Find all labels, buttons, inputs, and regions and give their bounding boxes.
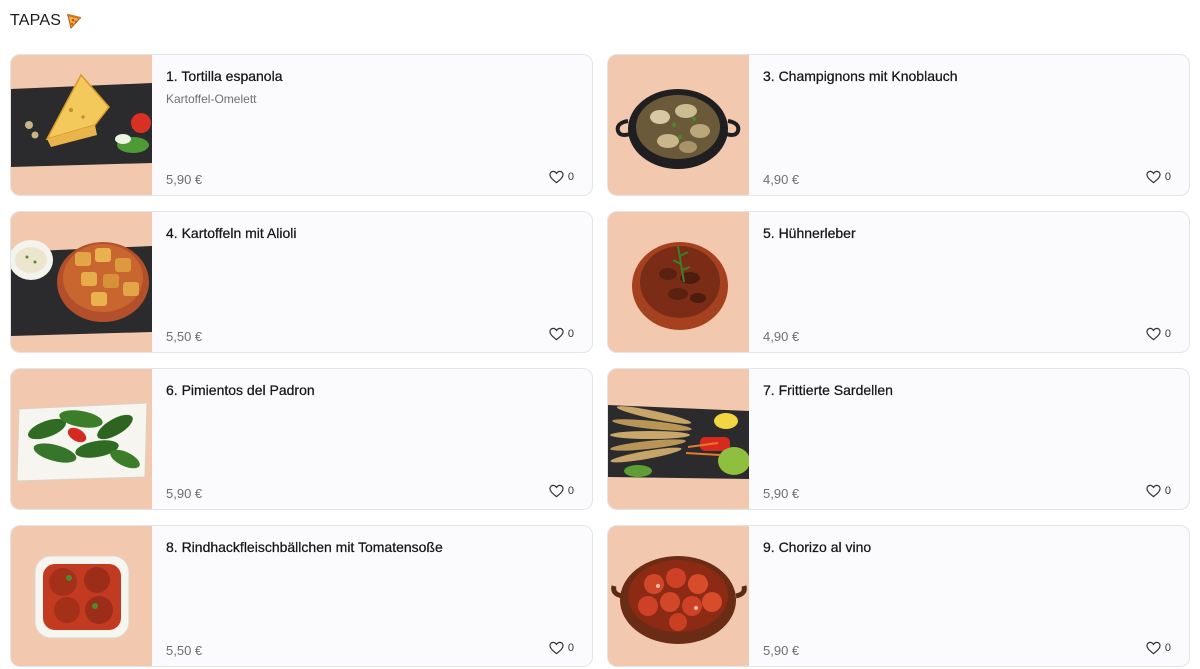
- item-title: 7. Frittierte Sardellen: [763, 382, 893, 398]
- heart-icon: [1146, 641, 1161, 655]
- like-count: 0: [1164, 328, 1171, 340]
- like-button[interactable]: 0: [549, 641, 574, 655]
- item-title: 4. Kartoffeln mit Alioli: [166, 225, 297, 241]
- item-title: 3. Champignons mit Knoblauch: [763, 68, 958, 84]
- item-price: 5,90 €: [763, 643, 800, 658]
- item-price: 5,50 €: [166, 643, 203, 658]
- item-title: 8. Rindhackfleischbällchen mit Tomatenso…: [166, 539, 443, 555]
- item-price: 5,90 €: [166, 172, 203, 187]
- menu-grid: 1. Tortilla espanola Kartoffel-Omelett 5…: [10, 54, 1190, 667]
- like-count: 0: [1164, 485, 1171, 497]
- like-count: 0: [1164, 642, 1171, 654]
- menu-item-card[interactable]: 9. Chorizo al vino 5,90 € 0: [607, 525, 1190, 667]
- menu-item-card[interactable]: 5. Hühnerleber 4,90 € 0: [607, 211, 1190, 353]
- section-title: TAPAS: [10, 12, 62, 29]
- section-heading: TAPAS: [10, 12, 83, 30]
- heart-icon: [549, 484, 564, 498]
- like-count: 0: [567, 642, 574, 654]
- item-price: 5,50 €: [166, 329, 203, 344]
- heart-icon: [549, 641, 564, 655]
- like-button[interactable]: 0: [549, 327, 574, 341]
- menu-item-card[interactable]: 7. Frittierte Sardellen 5,90 € 0: [607, 368, 1190, 510]
- menu-item-card[interactable]: 4. Kartoffeln mit Alioli 5,50 € 0: [10, 211, 593, 353]
- item-title: 6. Pimientos del Padron: [166, 382, 315, 398]
- padron-peppers-photo: [11, 369, 152, 509]
- potatoes-alioli-photo: [11, 212, 152, 352]
- heart-icon: [1146, 327, 1161, 341]
- heart-icon: [1146, 484, 1161, 498]
- menu-item-card[interactable]: 1. Tortilla espanola Kartoffel-Omelett 5…: [10, 54, 593, 196]
- heart-icon: [549, 170, 564, 184]
- mushrooms-pan-photo: [608, 55, 749, 195]
- meatballs-tomato-photo: [11, 526, 152, 666]
- item-price: 5,90 €: [763, 486, 800, 501]
- like-button[interactable]: 0: [549, 484, 574, 498]
- menu-item-card[interactable]: 3. Champignons mit Knoblauch 4,90 € 0: [607, 54, 1190, 196]
- heart-icon: [1146, 170, 1161, 184]
- like-button[interactable]: 0: [1146, 641, 1171, 655]
- pizza-slice-icon: [65, 12, 83, 30]
- menu-item-card[interactable]: 8. Rindhackfleischbällchen mit Tomatenso…: [10, 525, 593, 667]
- chicken-liver-bowl-photo: [608, 212, 749, 352]
- fried-anchovies-photo: [608, 369, 749, 509]
- like-count: 0: [567, 171, 574, 183]
- item-title: 9. Chorizo al vino: [763, 539, 872, 555]
- like-count: 0: [567, 485, 574, 497]
- like-button[interactable]: 0: [1146, 484, 1171, 498]
- menu-item-card[interactable]: 6. Pimientos del Padron 5,90 € 0: [10, 368, 593, 510]
- item-description: Kartoffel-Omelett: [166, 92, 257, 106]
- heart-icon: [549, 327, 564, 341]
- like-button[interactable]: 0: [1146, 327, 1171, 341]
- item-price: 5,90 €: [166, 486, 203, 501]
- item-title: 1. Tortilla espanola: [166, 68, 283, 84]
- item-price: 4,90 €: [763, 329, 800, 344]
- like-button[interactable]: 0: [549, 170, 574, 184]
- chorizo-wine-photo: [608, 526, 749, 666]
- like-count: 0: [567, 328, 574, 340]
- item-price: 4,90 €: [763, 172, 800, 187]
- item-title: 5. Hühnerleber: [763, 225, 856, 241]
- like-count: 0: [1164, 171, 1171, 183]
- tortilla-photo: [11, 55, 152, 195]
- like-button[interactable]: 0: [1146, 170, 1171, 184]
